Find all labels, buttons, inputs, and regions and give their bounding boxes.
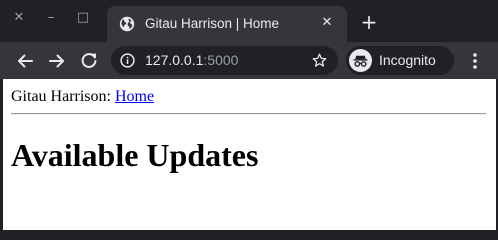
kebab-menu-icon[interactable] bbox=[466, 51, 484, 71]
window-maximize-button[interactable]: □ bbox=[75, 10, 91, 26]
tab-title: Gitau Harrison | Home bbox=[145, 16, 280, 31]
address-bar[interactable]: 127.0.0.1:5000 bbox=[111, 46, 338, 75]
browser-toolbar: 127.0.0.1:5000 Incognito bbox=[0, 42, 498, 79]
url-text[interactable]: 127.0.0.1:5000 bbox=[145, 52, 238, 69]
tab-close-button[interactable]: ✕ bbox=[319, 15, 335, 31]
info-icon[interactable] bbox=[120, 53, 135, 68]
browser-tab[interactable]: Gitau Harrison | Home ✕ bbox=[107, 6, 347, 42]
arrow-right-icon bbox=[49, 54, 64, 68]
url-host: 127.0.0.1 bbox=[145, 52, 204, 68]
avatar bbox=[349, 49, 372, 72]
forward-button[interactable] bbox=[46, 50, 68, 72]
back-button[interactable] bbox=[14, 50, 36, 72]
window-close-button[interactable]: ✕ bbox=[11, 10, 27, 26]
page-viewport: Gitau Harrison: Home Available Updates bbox=[3, 79, 496, 230]
incognito-profile-button[interactable]: Incognito bbox=[346, 46, 454, 75]
page-title: Available Updates bbox=[11, 137, 259, 173]
nav-link-home[interactable]: Home bbox=[115, 88, 154, 105]
tab-strip: ✕ – □ Gitau Harrison | Home ✕ + bbox=[0, 0, 498, 42]
incognito-icon bbox=[353, 55, 368, 67]
url-port: :5000 bbox=[203, 52, 239, 68]
site-nav: Gitau Harrison: Home bbox=[11, 87, 154, 106]
arrow-left-icon bbox=[18, 54, 33, 68]
divider bbox=[11, 113, 486, 115]
incognito-label: Incognito bbox=[379, 52, 436, 68]
globe-icon bbox=[119, 16, 135, 32]
window-minimize-button[interactable]: – bbox=[43, 10, 59, 26]
reload-button[interactable] bbox=[78, 50, 100, 72]
bookmark-star-icon[interactable] bbox=[311, 52, 328, 69]
site-name: Gitau Harrison: bbox=[11, 88, 111, 105]
new-tab-button[interactable]: + bbox=[360, 12, 378, 32]
reload-icon bbox=[81, 53, 97, 68]
